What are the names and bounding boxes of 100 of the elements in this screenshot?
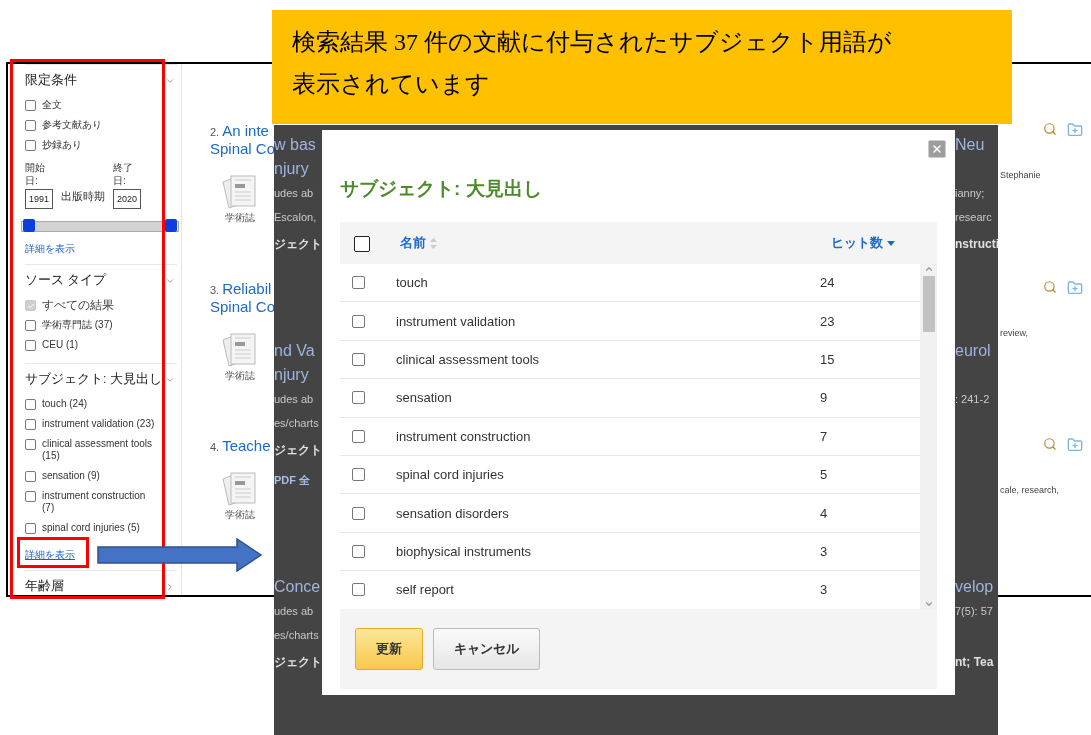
- dimmed-text: Escalon,: [274, 210, 318, 225]
- dimmed-text: PDF 全: [274, 473, 312, 488]
- option-label: spinal cord injuries (5): [42, 522, 140, 534]
- hit-count: 4: [820, 505, 829, 521]
- range-slider[interactable]: [21, 221, 179, 232]
- scrollbar-thumb[interactable]: [922, 276, 935, 332]
- year-input[interactable]: 2020: [112, 189, 141, 209]
- hit-count: 7: [820, 428, 829, 444]
- checkbox[interactable]: [352, 544, 365, 558]
- result-number: 4.: [210, 441, 220, 454]
- checkbox[interactable]: [25, 419, 36, 430]
- option-label: 抄録あり: [42, 139, 82, 151]
- year-input[interactable]: 1991: [25, 189, 54, 209]
- hit-count: 3: [820, 582, 829, 598]
- hit-count: 15: [820, 351, 836, 367]
- close-button[interactable]: [928, 140, 946, 158]
- dimmed-text: udes ab: [274, 604, 315, 619]
- hit-count: 5: [820, 467, 829, 483]
- option-label: 参考文献あり: [42, 119, 102, 131]
- dimmed-text: nd Va: [274, 341, 316, 361]
- update-button[interactable]: 更新: [355, 628, 423, 670]
- option-label: すべての結果: [42, 299, 114, 311]
- dimmed-text: njury: [274, 365, 310, 385]
- dimmed-text: 7(5): 57: [955, 604, 994, 619]
- subject-name: clinical assessment tools: [396, 351, 541, 367]
- slider-handle[interactable]: [165, 219, 177, 232]
- subject-name: self report: [396, 582, 455, 598]
- checkbox[interactable]: [25, 471, 36, 482]
- checkbox[interactable]: [25, 320, 36, 331]
- option-label: touch (24): [42, 398, 88, 410]
- checkbox[interactable]: [25, 100, 36, 111]
- slider-handle[interactable]: [23, 219, 35, 232]
- dialog-title: サブジェクト: 大見出し: [340, 177, 543, 201]
- search-icon[interactable]: [1043, 437, 1057, 452]
- checkbox[interactable]: [352, 352, 365, 366]
- subject-name: spinal cord injuries: [396, 467, 505, 483]
- checkbox[interactable]: [352, 276, 365, 290]
- date-label: 終了日:: [112, 161, 134, 187]
- checkbox[interactable]: [352, 429, 365, 443]
- scroll-down-icon[interactable]: [923, 599, 934, 609]
- dimmed-text: w bas: [274, 135, 317, 155]
- search-icon[interactable]: [1043, 122, 1057, 136]
- section-title: ソース タイプ: [25, 272, 107, 289]
- column-header[interactable]: ヒット数: [831, 234, 895, 252]
- type-label: 学術誌: [225, 369, 255, 383]
- option-label: clinical assessment tools (15): [42, 438, 154, 462]
- subject-name: instrument validation: [396, 313, 517, 329]
- result-text: review,: [999, 327, 1029, 338]
- dimmed-text: Conce: [274, 577, 322, 597]
- checkbox[interactable]: [352, 468, 365, 482]
- checkbox[interactable]: [352, 583, 365, 597]
- dimmed-text: njury: [274, 159, 310, 179]
- caret-icon: [887, 240, 895, 246]
- section-title: 限定条件: [25, 72, 77, 89]
- checkbox[interactable]: [352, 506, 365, 520]
- option-label: 全文: [42, 99, 62, 111]
- dimmed-text: velop: [955, 577, 995, 597]
- scroll-up-icon[interactable]: [923, 264, 934, 274]
- close-icon: [931, 143, 943, 155]
- dimmed-text: : 241-2: [955, 392, 991, 407]
- option-label: CEU (1): [42, 339, 79, 351]
- date-label: 開始日:: [25, 161, 46, 187]
- checkbox[interactable]: [25, 439, 36, 450]
- checkbox[interactable]: [352, 314, 365, 328]
- search-icon[interactable]: [1043, 279, 1057, 294]
- section-title: サブジェクト: 大見出し: [25, 371, 162, 388]
- subject-name: biophysical instruments: [396, 543, 533, 559]
- result-text: cale, research,: [999, 485, 1061, 496]
- dimmed-text: Neu: [955, 135, 986, 155]
- checkbox[interactable]: [25, 399, 36, 410]
- result-title-link[interactable]: Teache: [222, 437, 271, 456]
- checkbox[interactable]: [25, 491, 36, 502]
- result-title-link[interactable]: Reliabil: [222, 279, 272, 298]
- checkbox[interactable]: [25, 340, 36, 351]
- column-header[interactable]: 名前: [400, 234, 437, 252]
- type-label: 学術誌: [225, 212, 255, 225]
- type-label: 学術誌: [225, 509, 255, 523]
- document-icon: [221, 331, 259, 368]
- document-icon: [221, 471, 259, 508]
- cancel-button[interactable]: キャンセル: [433, 628, 540, 670]
- show-more-link[interactable]: 詳細を表示: [25, 548, 75, 562]
- result-title-link[interactable]: An inte: [222, 122, 269, 140]
- dimmed-text: ジェクト: [274, 236, 322, 253]
- subject-name: touch: [396, 275, 429, 291]
- section-title: 年齢層: [25, 578, 64, 595]
- result-title-link[interactable]: Spinal Co: [210, 297, 276, 316]
- checkbox[interactable]: [25, 140, 36, 151]
- sort-icon: [430, 237, 437, 249]
- option-label: sensation (9): [42, 470, 100, 482]
- checkbox[interactable]: [25, 523, 36, 534]
- checkbox[interactable]: [354, 235, 370, 252]
- result-number: 3.: [210, 283, 220, 296]
- checkbox[interactable]: [352, 391, 365, 405]
- hit-count: 9: [820, 390, 829, 406]
- dimmed-text: nstructi: [955, 236, 998, 253]
- show-more-link[interactable]: 詳細を表示: [25, 242, 75, 256]
- checkbox[interactable]: [25, 120, 36, 131]
- hit-count: 3: [820, 543, 829, 559]
- callout-text: 検索結果 37 件の文献に付与されたサブジェクト用語が: [292, 28, 893, 57]
- dimmed-text: researc: [955, 210, 993, 225]
